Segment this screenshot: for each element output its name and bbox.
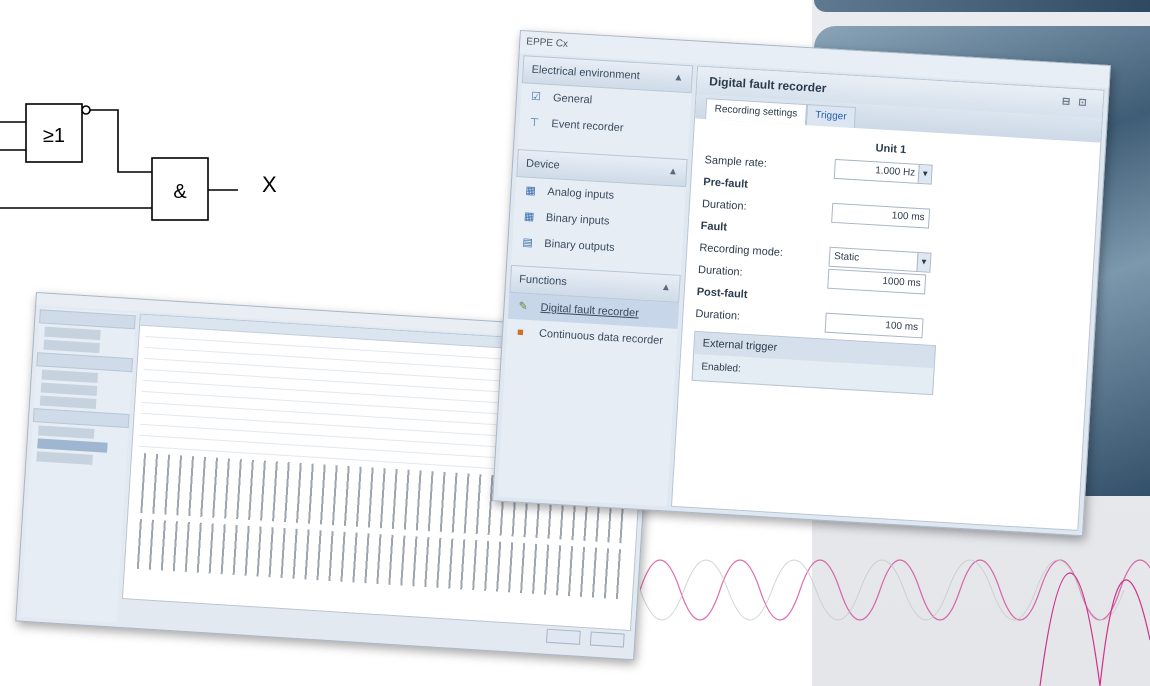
nav-item-label: Binary outputs	[544, 237, 615, 254]
secondary-nav-pane	[20, 307, 136, 623]
output-label: X	[262, 172, 277, 197]
binary-inputs-icon: ▦	[523, 210, 535, 224]
inverter-bubble	[81, 105, 91, 115]
dropdown-arrow-icon[interactable]: ▼	[917, 164, 932, 184]
cancel-button[interactable]	[589, 631, 625, 648]
content-pane: Digital fault recorder ⊟⊡ Recording sett…	[670, 65, 1105, 531]
recording-mode-label: Recording mode:	[699, 242, 784, 259]
fault-duration-label: Duration:	[697, 263, 743, 279]
postfault-duration-label: Duration:	[695, 307, 741, 323]
tab-trigger[interactable]: Trigger	[805, 104, 857, 129]
secondary-dialog-buttons	[539, 628, 625, 652]
analog-inputs-icon: ▦	[525, 184, 537, 198]
unit-header: Unit 1	[875, 142, 907, 157]
chevron-up-icon[interactable]: ▲	[660, 275, 672, 302]
ok-button[interactable]	[545, 628, 581, 645]
chevron-up-icon[interactable]: ▲	[667, 159, 679, 186]
recording-mode-value: Static	[833, 251, 860, 264]
checkbox-icon: ☑	[530, 90, 542, 104]
nav-section-label: Electrical environment	[531, 63, 641, 83]
postfault-duration-field[interactable]: 100 ms	[824, 312, 924, 339]
external-trigger-group: External trigger Enabled:	[691, 330, 937, 396]
nav-item-label: Event recorder	[551, 118, 624, 135]
prefault-duration-label: Duration:	[701, 198, 747, 213]
and-gate-label: &	[173, 181, 187, 203]
navigation-pane: Electrical environment ▲ ☑ General ⊤ Event…	[497, 55, 694, 507]
data-recorder-icon: ■	[516, 326, 525, 339]
main-dialog-window: EPPE Cx Electrical environment ▲ ☑ Genera…	[492, 30, 1111, 537]
page-title: Digital fault recorder	[708, 74, 827, 96]
chevron-up-icon[interactable]: ▲	[673, 65, 684, 92]
dropdown-arrow-icon[interactable]: ▼	[916, 252, 931, 272]
fault-recorder-icon: ✎	[518, 300, 529, 313]
sample-rate-value: 1.000 Hz	[874, 165, 916, 179]
nav-item-label: Digital fault recorder	[540, 301, 640, 320]
or-gate-label: ≥1	[43, 125, 65, 147]
enabled-label: Enabled:	[701, 361, 742, 375]
nav-item-label: General	[552, 92, 593, 107]
nav-section-label: Functions	[518, 273, 568, 289]
recording-settings-form: Unit 1 Sample rate: 1.000 Hz ▼ Pre-fault …	[679, 119, 1100, 413]
window-buttons[interactable]: ⊟⊡	[1061, 88, 1095, 118]
logic-diagram: ≥1 & X	[0, 103, 277, 221]
nav-item-label: Continuous data recorder	[538, 327, 664, 348]
sample-rate-label: Sample rate:	[704, 154, 768, 170]
nav-item-label: Analog inputs	[547, 185, 615, 202]
binary-outputs-icon: ▤	[522, 236, 534, 250]
nav-item-label: Binary inputs	[545, 211, 610, 228]
nav-section-label: Device	[525, 157, 561, 172]
sine-wave-decoration	[640, 559, 1150, 686]
side-decoration-strip	[814, 0, 1150, 12]
pin-icon: ⊤	[529, 116, 540, 130]
